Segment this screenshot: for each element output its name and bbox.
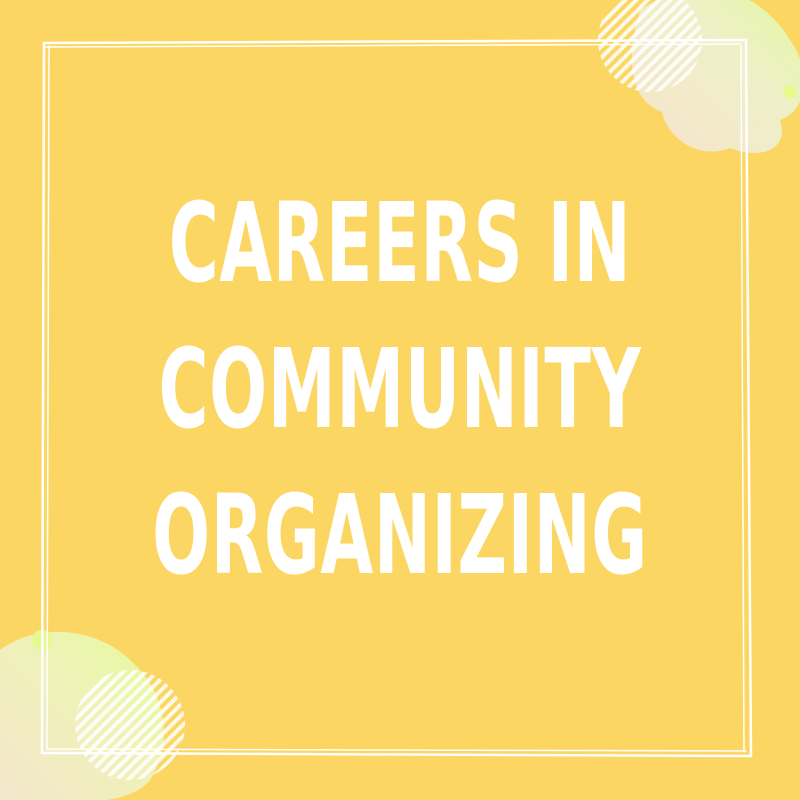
- title-line-1: CAREERS IN: [168, 179, 632, 307]
- title-line-3: ORGANIZING: [152, 471, 648, 599]
- page-title: CAREERS IN COMMUNITY ORGANIZING: [0, 170, 800, 608]
- bottom-left-blob: [0, 630, 185, 800]
- top-right-blob: [598, 0, 800, 153]
- graphic-canvas: CAREERS IN COMMUNITY ORGANIZING: [0, 0, 800, 800]
- title-line-2: COMMUNITY: [158, 325, 642, 453]
- striped-circle-bottom-left: [75, 670, 185, 780]
